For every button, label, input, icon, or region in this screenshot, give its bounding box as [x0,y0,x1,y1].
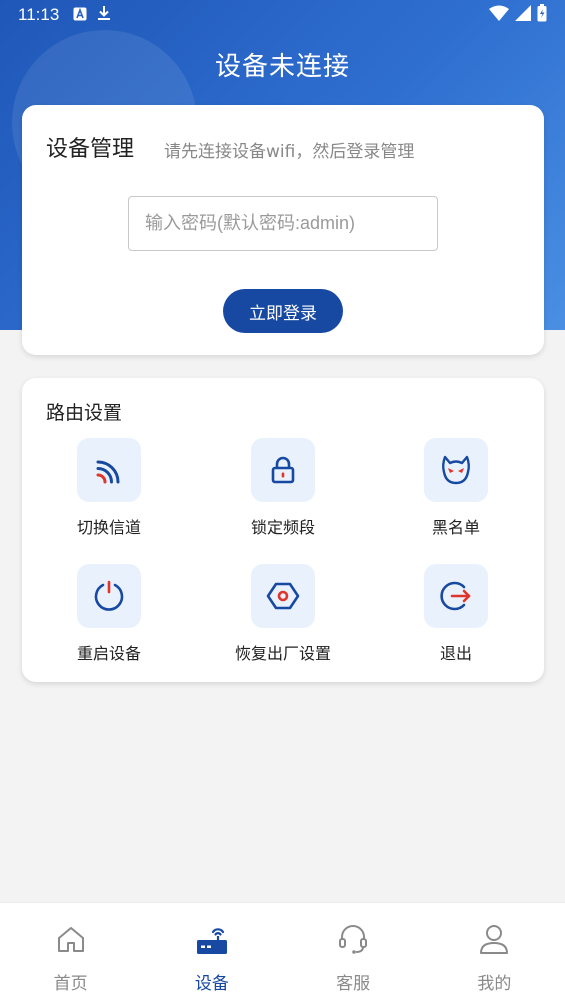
tab-service[interactable]: 客服 [283,903,424,1004]
signal-icon [77,438,141,502]
tab-label: 首页 [53,974,88,994]
tile-label: 重启设备 [76,644,141,663]
status-bar: 11:13 [0,0,565,30]
logout-icon [424,564,488,628]
devil-icon [424,438,488,502]
home-icon [56,921,86,957]
switch-channel-tile[interactable]: 切换信道 [49,438,169,538]
password-input[interactable] [128,196,438,251]
power-icon [77,564,141,628]
page-title: 设备未连接 [214,52,350,82]
bottom-tab-bar: 首页 设备 客服 我的 [0,902,565,1004]
lock-icon [251,438,315,502]
manage-title: 设备管理 [46,137,135,162]
tile-label: 退出 [439,644,472,663]
tile-label: 恢复出厂设置 [234,644,331,663]
tab-home[interactable]: 首页 [0,903,141,1004]
tab-label: 我的 [477,974,512,994]
reboot-tile[interactable]: 重启设备 [49,564,169,664]
device-manage-card: 设备管理 请先连接设备wifi，然后登录管理 立即登录 [22,105,544,355]
tab-label: 设备 [194,974,229,994]
router-title: 路由设置 [46,402,123,424]
cell-signal-icon [515,5,531,25]
reset-hexagon-icon [251,564,315,628]
factory-reset-tile[interactable]: 恢复出厂设置 [223,564,343,664]
logout-tile[interactable]: 退出 [396,564,516,664]
wifi-status-icon [489,5,509,25]
tile-label: 锁定频段 [250,518,315,537]
notification-a-icon [73,6,87,25]
tab-label: 客服 [336,974,371,994]
manage-hint: 请先连接设备wifi，然后登录管理 [164,142,415,162]
battery-icon [537,4,547,26]
router-icon [196,921,228,957]
blacklist-tile[interactable]: 黑名单 [396,438,516,538]
router-settings-card: 路由设置 切换信道 锁定频段 黑名单 重启设备 恢复出厂设置 退出 [22,378,544,682]
tile-label: 黑名单 [431,518,480,537]
status-time: 11:13 [18,5,60,24]
tab-mine[interactable]: 我的 [424,903,565,1004]
tile-label: 切换信道 [76,518,141,537]
tab-device[interactable]: 设备 [141,903,282,1004]
user-icon [478,921,510,957]
login-button[interactable]: 立即登录 [223,289,343,333]
lock-band-tile[interactable]: 锁定频段 [223,438,343,538]
download-icon [97,5,111,25]
headset-icon [337,921,369,957]
